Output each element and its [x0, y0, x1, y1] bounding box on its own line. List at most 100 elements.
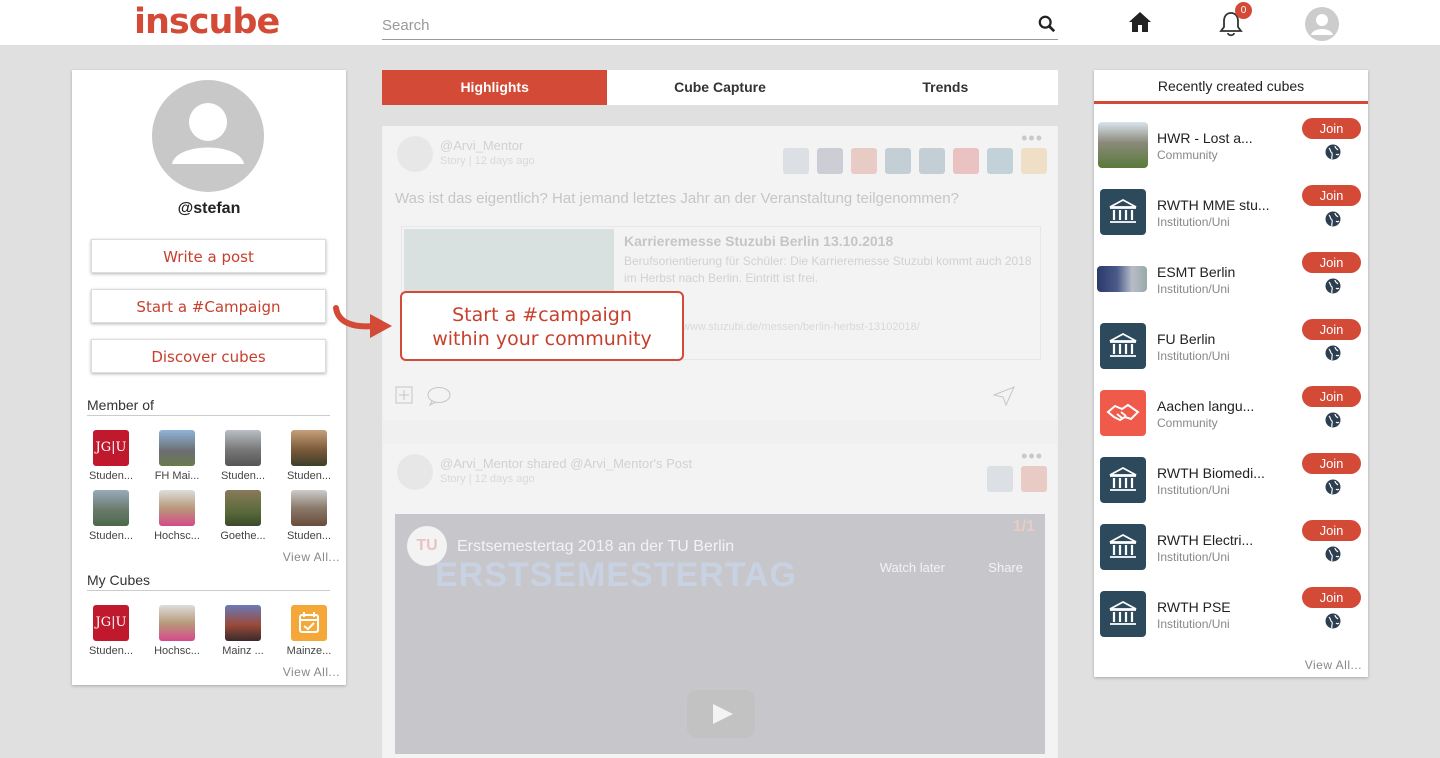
- comment-icon[interactable]: [427, 386, 451, 406]
- post-author-avatar[interactable]: [397, 136, 433, 172]
- cube-icon[interactable]: [817, 148, 843, 174]
- recent-cubes-heading: Recently created cubes: [1094, 70, 1368, 104]
- cube-tile[interactable]: Goethe...: [212, 490, 274, 542]
- cube-icon[interactable]: [885, 148, 911, 174]
- post-author-avatar[interactable]: [397, 454, 433, 490]
- post-options-icon[interactable]: •••: [1021, 446, 1043, 467]
- post-author[interactable]: @Arvi_Mentor: [440, 138, 523, 153]
- join-button[interactable]: Join: [1302, 386, 1361, 407]
- add-icon[interactable]: [395, 386, 413, 404]
- cube-tile[interactable]: Studen...: [80, 490, 142, 542]
- start-campaign-button[interactable]: Start a #Campaign: [91, 289, 326, 323]
- cube-tile[interactable]: Mainze...: [278, 605, 340, 657]
- tab-cube-capture[interactable]: Cube Capture: [607, 70, 832, 105]
- cube-icon[interactable]: [783, 148, 809, 174]
- cube-name[interactable]: RWTH MME stu...: [1157, 197, 1281, 213]
- cube-icon[interactable]: [919, 148, 945, 174]
- recent-cube-item[interactable]: FU Berlin Institution/Uni Join: [1094, 319, 1368, 390]
- join-button[interactable]: Join: [1302, 453, 1361, 474]
- watch-later-button[interactable]: Watch later: [880, 560, 945, 575]
- institution-icon: [1100, 457, 1146, 503]
- cube-label: Studen...: [286, 530, 332, 542]
- cube-icon[interactable]: [987, 466, 1013, 492]
- building-photo-icon: [159, 490, 195, 526]
- cube-type: Institution/Uni: [1157, 483, 1230, 497]
- recent-cube-item[interactable]: RWTH PSE Institution/Uni Join: [1094, 587, 1368, 658]
- user-avatar-icon[interactable]: [1305, 7, 1339, 41]
- cube-name[interactable]: RWTH Electri...: [1157, 532, 1281, 548]
- cube-label: Hochsc...: [154, 530, 200, 542]
- globe-icon: [1325, 613, 1341, 629]
- recent-cube-item[interactable]: RWTH Biomedi... Institution/Uni Join: [1094, 453, 1368, 524]
- cube-icon[interactable]: [851, 148, 877, 174]
- cube-icon[interactable]: [1021, 148, 1047, 174]
- profile-avatar[interactable]: [152, 80, 264, 192]
- post-author[interactable]: @Arvi_Mentor shared @Arvi_Mentor's Post: [440, 456, 692, 471]
- home-icon[interactable]: [1127, 10, 1153, 34]
- inscube-logo[interactable]: inscube: [134, 2, 280, 42]
- join-button[interactable]: Join: [1302, 118, 1361, 139]
- write-post-button[interactable]: Write a post: [91, 239, 326, 273]
- globe-icon: [1325, 278, 1341, 294]
- link-url[interactable]: www.stuzubi.de/messen/berlin-herbst-1310…: [682, 321, 920, 333]
- cube-name[interactable]: FU Berlin: [1157, 331, 1281, 347]
- cube-name[interactable]: Aachen langu...: [1157, 398, 1281, 414]
- recent-cube-item[interactable]: ESMT Berlin Institution/Uni Join: [1094, 252, 1368, 323]
- cube-name[interactable]: ESMT Berlin: [1157, 264, 1281, 280]
- building-photo-icon: [291, 490, 327, 526]
- share-button[interactable]: Share: [988, 560, 1023, 575]
- recent-cube-item[interactable]: Aachen langu... Community Join: [1094, 386, 1368, 457]
- video-embed[interactable]: TU Erstsemestertag 2018 an der TU Berlin…: [395, 514, 1045, 754]
- my-cubes-view-all-link[interactable]: View All...: [283, 665, 340, 679]
- globe-icon: [1325, 546, 1341, 562]
- cube-name[interactable]: HWR - Lost a...: [1157, 130, 1281, 146]
- cube-tile[interactable]: Studen...: [278, 490, 340, 542]
- cube-tile[interactable]: Studen...: [212, 430, 274, 482]
- username: @stefan: [177, 200, 241, 217]
- cube-name[interactable]: RWTH Biomedi...: [1157, 465, 1281, 481]
- cube-tile[interactable]: JG|U Studen...: [80, 605, 142, 657]
- recent-cube-item[interactable]: RWTH Electri... Institution/Uni Join: [1094, 520, 1368, 591]
- cube-tile[interactable]: JG|U Studen...: [80, 430, 142, 482]
- cube-name[interactable]: RWTH PSE: [1157, 599, 1281, 615]
- globe-icon: [1325, 144, 1341, 160]
- cube-icon[interactable]: [987, 148, 1013, 174]
- building-photo-icon: [159, 605, 195, 641]
- member-of-view-all-link[interactable]: View All...: [283, 550, 340, 564]
- post-options-icon[interactable]: •••: [1021, 128, 1043, 149]
- institution-icon: [1100, 189, 1146, 235]
- join-button[interactable]: Join: [1302, 252, 1361, 273]
- cube-type: Institution/Uni: [1157, 550, 1230, 564]
- cube-icon[interactable]: [953, 148, 979, 174]
- cube-label: Studen...: [88, 645, 134, 657]
- cube-label: Studen...: [286, 470, 332, 482]
- search-input[interactable]: [382, 12, 1022, 38]
- video-title[interactable]: Erstsemestertag 2018 an der TU Berlin: [457, 538, 734, 556]
- search-bar: [382, 12, 1058, 40]
- cube-type: Institution/Uni: [1157, 215, 1230, 229]
- cube-type: Institution/Uni: [1157, 349, 1230, 363]
- cube-tile[interactable]: Hochsc...: [146, 605, 208, 657]
- campaign-callout: Start a #campaign within your community: [400, 291, 684, 361]
- join-button[interactable]: Join: [1302, 185, 1361, 206]
- discover-cubes-button[interactable]: Discover cubes: [91, 339, 326, 373]
- building-photo-icon: [225, 490, 261, 526]
- building-photo-icon: [225, 430, 261, 466]
- search-icon[interactable]: [1038, 15, 1056, 33]
- join-button[interactable]: Join: [1302, 587, 1361, 608]
- cube-icon[interactable]: [1021, 466, 1047, 492]
- tab-highlights[interactable]: Highlights: [382, 70, 608, 105]
- recent-cube-item[interactable]: HWR - Lost a... Community Join: [1094, 118, 1368, 189]
- play-button-icon[interactable]: [687, 690, 755, 738]
- recent-cubes-view-all-link[interactable]: View All...: [1305, 658, 1362, 672]
- cube-tile[interactable]: FH Mai...: [146, 430, 208, 482]
- post-card: @Arvi_Mentor Story | 12 days ago ••• Was…: [383, 126, 1057, 420]
- join-button[interactable]: Join: [1302, 319, 1361, 340]
- recent-cube-item[interactable]: RWTH MME stu... Institution/Uni Join: [1094, 185, 1368, 256]
- cube-tile[interactable]: Mainz ...: [212, 605, 274, 657]
- join-button[interactable]: Join: [1302, 520, 1361, 541]
- cube-tile[interactable]: Hochsc...: [146, 490, 208, 542]
- cube-tile[interactable]: Studen...: [278, 430, 340, 482]
- tab-trends[interactable]: Trends: [833, 70, 1058, 105]
- send-icon[interactable]: [993, 386, 1015, 406]
